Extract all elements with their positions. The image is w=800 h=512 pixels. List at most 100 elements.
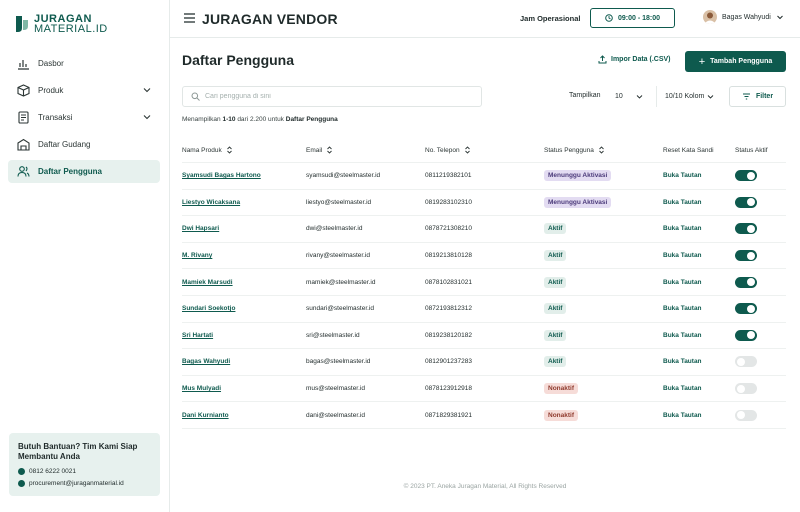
table-header: Nama Produk Email No. Telepon Status Pen… [182,138,786,163]
summary-mid: dari 2.200 untuk [237,116,284,123]
help-phone-text: 0812 6222 0021 [29,467,76,475]
sort-icon [599,146,604,154]
sidebar-item-daftar-pengguna[interactable]: Daftar Pengguna [8,160,160,183]
status-badge: Menunggu Aktivasi [544,170,612,182]
reset-password-link[interactable]: Buka Tautan [663,358,702,365]
user-phone: 0871829381921 [425,411,472,419]
active-status-toggle[interactable] [735,196,757,208]
sidebar-item-dasbor[interactable]: Dasbor [8,52,160,75]
user-phone: 0819238120182 [425,331,472,339]
reset-password-link[interactable]: Buka Tautan [663,385,702,392]
header-label: Reset Kata Sandi [663,146,714,154]
footer-copyright: © 2023 PT. Aneka Juragan Material, All R… [403,483,567,490]
chevron-down-icon [776,15,783,20]
user-name-link[interactable]: Syamsudi Bagas Hartono [182,172,261,179]
status-badge: Aktif [544,356,567,368]
active-status-toggle[interactable] [735,329,757,341]
columns-select[interactable]: 10/10 Kolom [656,86,720,107]
user-name-link[interactable]: Dwi Hapsari [182,225,219,232]
import-label: Impor Data (.CSV) [611,56,671,63]
column-header-status[interactable]: Status Pengguna [544,146,663,154]
user-name-link[interactable]: Mamiek Marsudi [182,279,233,286]
sidebar: JURAGAN MATERIAL.ID Dasbor Produk Transa… [0,0,170,512]
user-name-link[interactable]: Sundari Soekotjo [182,305,235,312]
avatar [703,10,717,24]
active-status-toggle[interactable] [735,356,757,368]
add-user-label: Tambah Pengguna [710,58,773,65]
show-label: Tampilkan [569,92,601,99]
sidebar-item-produk[interactable]: Produk [8,79,160,102]
search-input[interactable] [205,93,465,100]
reset-password-link[interactable]: Buka Tautan [663,279,702,286]
user-email: rivany@steelmaster.id [306,252,371,260]
user-name-link[interactable]: M. Rivany [182,252,212,259]
brand-line2: MATERIAL.ID [34,23,108,35]
summary-target: Daftar Pengguna [285,116,338,123]
table-row: Sri Hartati sri@steelmaster.id 08192381201… [182,323,786,350]
help-email-text: procurement@juraganmaterial.id [29,479,124,487]
sidebar-item-daftar-gudang[interactable]: Daftar Gudang [8,133,160,156]
search-box [182,86,482,107]
rows-per-page-select[interactable]: 10 [607,86,649,107]
user-name-link[interactable]: Liestyo Wicaksana [182,199,240,206]
active-status-toggle[interactable] [735,303,757,315]
active-status-toggle[interactable] [735,223,757,235]
help-card: Butuh Bantuan? Tim Kami Siap Membantu An… [9,433,160,496]
plus-icon: + [698,55,706,68]
help-email[interactable]: procurement@juraganmaterial.id [18,478,151,488]
column-header-email[interactable]: Email [306,146,425,154]
sort-icon [464,146,470,154]
user-name-link[interactable]: Sri Hartati [182,332,213,339]
reset-password-link[interactable]: Buka Tautan [663,332,702,339]
reset-password-link[interactable]: Buka Tautan [663,412,702,419]
filter-icon [742,93,750,100]
whatsapp-icon [18,467,25,475]
column-header-name[interactable]: Nama Produk [182,146,306,154]
user-name-link[interactable]: Mus Mulyadi [182,385,221,392]
reset-password-link[interactable]: Buka Tautan [663,305,702,312]
active-status-toggle[interactable] [735,250,757,262]
active-status-toggle[interactable] [735,170,757,182]
operating-hours-value: 09:00 - 18:00 [617,14,661,22]
reset-password-link[interactable]: Buka Tautan [663,199,702,206]
user-email: liestyo@steelmaster.id [306,198,372,206]
user-name-link[interactable]: Dani Kurnianto [182,412,229,419]
operating-hours-box[interactable]: 09:00 - 18:00 [590,8,675,28]
active-status-toggle[interactable] [735,383,757,395]
active-status-toggle[interactable] [735,409,757,421]
active-status-toggle[interactable] [735,276,757,288]
user-email: sri@steelmaster.id [306,331,360,339]
chevron-down-icon [143,88,151,93]
sort-icon [226,146,232,154]
brand-logo[interactable]: JURAGAN MATERIAL.ID [14,14,108,35]
user-menu[interactable]: Bagas Wahyudi [703,10,784,24]
column-header-phone[interactable]: No. Telepon [425,146,544,154]
reset-password-link[interactable]: Buka Tautan [663,225,702,232]
operating-hours-label: Jam Operasional [520,14,581,23]
top-header: JURAGAN VENDOR Jam Operasional 09:00 - 1… [170,0,800,38]
logo-mark-icon [16,16,28,32]
table-row: Dwi Hapsari dwi@steelmaster.id 08787213082… [182,216,786,243]
columns-value: 10/10 Kolom [665,93,705,100]
sidebar-nav: Dasbor Produk Transaksi Daftar Gudang Da… [8,52,160,187]
upload-icon [598,55,607,64]
filter-button[interactable]: Filter [729,86,786,107]
table-row: Liestyo Wicaksana liestyo@steelmaster.id 0… [182,190,786,217]
reset-password-link[interactable]: Buka Tautan [663,252,702,259]
user-name-link[interactable]: Bagas Wahyudi [182,358,230,365]
search-icon [191,92,200,101]
user-phone: 0811219382101 [425,172,472,180]
filter-label: Filter [755,93,774,100]
header-label: No. Telepon [425,146,460,154]
reset-password-link[interactable]: Buka Tautan [663,172,702,179]
hamburger-menu-icon[interactable] [184,13,195,23]
warehouse-icon [17,138,30,151]
import-csv-button[interactable]: Impor Data (.CSV) [598,55,671,64]
column-header-reset: Reset Kata Sandi [663,147,735,154]
user-phone: 0819213810128 [425,252,472,260]
sidebar-item-label: Daftar Gudang [38,140,91,149]
user-email: sundari@steelmaster.id [306,305,375,313]
add-user-button[interactable]: + Tambah Pengguna [685,51,786,72]
help-phone[interactable]: 0812 6222 0021 [18,466,151,476]
sidebar-item-transaksi[interactable]: Transaksi [8,106,160,129]
